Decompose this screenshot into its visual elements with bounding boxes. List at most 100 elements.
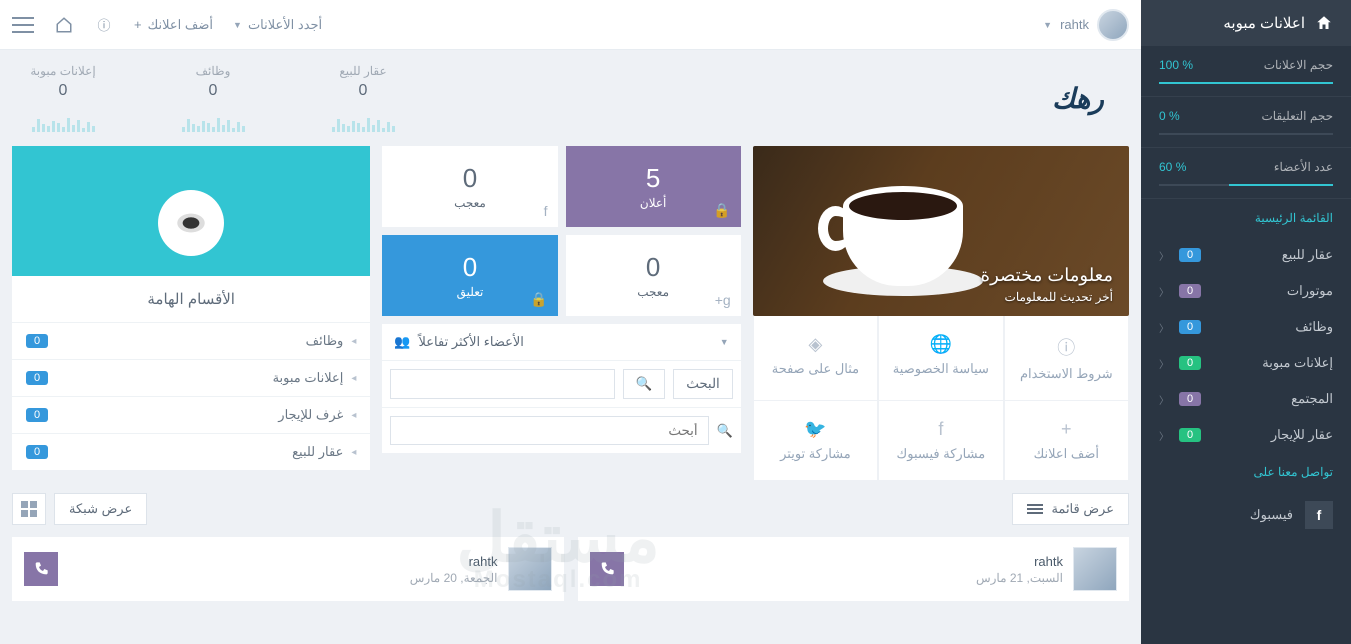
user-menu[interactable]: rahtk ▼ [1043, 9, 1129, 41]
badge: 0 [1179, 284, 1201, 298]
view-grid-icon-button[interactable] [12, 493, 46, 525]
category-item[interactable]: ◂غرف للإيجار 0 [12, 396, 370, 433]
category-item[interactable]: ◂إعلانات مبوبة 0 [12, 359, 370, 396]
post-author: rahtk [976, 554, 1063, 569]
topbar-add-ad[interactable]: أضف اعلانك + [134, 17, 213, 33]
stat-tile[interactable]: 5 أعلان 🔒 [566, 146, 741, 227]
sidebar-item[interactable]: موتورات 0〈 [1141, 273, 1351, 309]
sidebar: اعلانات مبوبه حجم الاعلانات% 100 حجم الت… [1141, 0, 1351, 644]
quick-link-icon: ⓘ [1013, 334, 1120, 360]
categories-title: الأقسام الهامة [12, 276, 370, 322]
sidebar-social-facebook[interactable]: f فيسبوك [1141, 491, 1351, 539]
members-panel-title: الأعضاء الأكثر تفاعلاً [419, 334, 524, 350]
info-icon[interactable]: ⓘ [94, 15, 114, 35]
logo: رهك [1033, 68, 1123, 128]
post-date: السبت, 21 مارس [976, 571, 1063, 585]
quick-link[interactable]: f مشاركة فيسبوك [878, 401, 1003, 481]
badge: 0 [26, 371, 48, 385]
quick-link[interactable]: ⓘ شروط الاستخدام [1004, 316, 1129, 401]
facebook-icon: f [1305, 501, 1333, 529]
sidebar-item[interactable]: وظائف 0〈 [1141, 309, 1351, 345]
chevron-left-icon: 〈 [1159, 248, 1169, 263]
badge: 0 [1179, 320, 1201, 334]
quick-link[interactable]: ◈ مثال على صفحة [753, 316, 878, 401]
users-icon: 👥 [394, 334, 410, 350]
sidebar-stat: حجم التعليقات% 0 [1141, 97, 1351, 148]
quick-link[interactable]: + أضف اعلانك [1004, 401, 1129, 481]
stat-tile[interactable]: 0 معجب f [382, 146, 557, 227]
tile-icon: g+ [715, 292, 731, 308]
view-grid-label: عرض شبكة [69, 501, 132, 517]
list-icon [1027, 504, 1043, 514]
hero-title: معلومات مختصرة [981, 265, 1113, 286]
chevron-down-icon: ▼ [233, 20, 242, 30]
hero-subtitle: أخر تحديث للمعلومات [981, 290, 1113, 304]
stat-tile[interactable]: 0 معجب g+ [566, 235, 741, 316]
categories-panel: الأقسام الهامة ◂وظائف 0 ◂إعلانات مبوبة 0… [12, 146, 370, 470]
search-button[interactable]: البحث [673, 369, 732, 399]
quick-links-grid: ⓘ شروط الاستخدام 🌐 سياسة الخصوصية ◈ مثال… [753, 316, 1129, 481]
avatar [1097, 9, 1129, 41]
topbar-latest-ads[interactable]: أجدد الأعلانات ▼ [233, 17, 322, 33]
badge: 0 [26, 334, 48, 348]
sparkline [318, 106, 408, 132]
quick-link[interactable]: 🌐 سياسة الخصوصية [878, 316, 1003, 401]
search-icon: 🔍 [717, 423, 733, 439]
stat-tile[interactable]: 0 تعليق 🔒 [382, 235, 557, 316]
post-author: rahtk [410, 554, 498, 569]
post-card[interactable]: rahtk السبت, 21 مارس [578, 537, 1130, 601]
call-button[interactable] [24, 552, 58, 586]
filter-input[interactable] [390, 416, 708, 445]
quick-link[interactable]: 🐦 مشاركة تويتر [753, 401, 878, 481]
sidebar-item[interactable]: إعلانات مبوبة 0〈 [1141, 345, 1351, 381]
sidebar-item[interactable]: المجتمع 0〈 [1141, 381, 1351, 417]
view-list-button[interactable]: عرض قائمة [1012, 493, 1129, 525]
category-item[interactable]: ◂عقار للبيع 0 [12, 433, 370, 470]
chevron-left-icon: ◂ [351, 336, 356, 347]
topbar-add-label: أضف اعلانك [148, 17, 213, 33]
sidebar-item[interactable]: عقار للإيجار 0〈 [1141, 417, 1351, 453]
post-date: الجمعة, 20 مارس [410, 571, 498, 585]
quick-link-icon: 🐦 [762, 419, 869, 440]
menu-toggle[interactable] [12, 17, 34, 33]
chevron-left-icon: 〈 [1159, 284, 1169, 299]
quick-link-icon: f [887, 419, 994, 440]
badge: 0 [1179, 392, 1201, 406]
top-stat: عقار للبيع 0 [318, 64, 408, 132]
search-icon-button[interactable]: 🔍 [623, 369, 666, 399]
chevron-left-icon: 〈 [1159, 428, 1169, 443]
sidebar-title: اعلانات مبوبه [1141, 0, 1351, 46]
categories-avatar [158, 190, 224, 256]
badge: 0 [1179, 248, 1201, 262]
tile-icon: 🔒 [530, 291, 547, 308]
badge: 0 [1179, 356, 1201, 370]
search-input[interactable] [390, 369, 614, 399]
view-grid-button[interactable]: عرض شبكة [54, 493, 147, 525]
view-list-label: عرض قائمة [1051, 501, 1114, 517]
quick-link-icon: 🌐 [887, 334, 994, 355]
categories-hero [12, 146, 370, 276]
chevron-down-icon[interactable]: ▼ [720, 337, 729, 347]
tile-icon: 🔒 [713, 202, 730, 219]
coffee-image [813, 166, 993, 296]
home-icon [1315, 14, 1333, 32]
post-thumbnail [1073, 547, 1117, 591]
sparkline [168, 106, 258, 132]
topbar: rahtk ▼ أجدد الأعلانات ▼ أضف اعلانك + ⓘ [0, 0, 1141, 50]
quick-link-icon: + [1013, 419, 1120, 440]
sidebar-social-label: فيسبوك [1250, 507, 1293, 523]
sidebar-item[interactable]: عقار للبيع 0〈 [1141, 237, 1351, 273]
home-icon[interactable] [54, 15, 74, 35]
category-item[interactable]: ◂وظائف 0 [12, 322, 370, 359]
user-name: rahtk [1060, 17, 1089, 32]
chevron-left-icon: ◂ [351, 447, 356, 458]
sparkline [18, 106, 108, 132]
badge: 0 [1179, 428, 1201, 442]
post-card[interactable]: rahtk الجمعة, 20 مارس [12, 537, 564, 601]
call-button[interactable] [590, 552, 624, 586]
sidebar-social-heading: تواصل معنا على [1141, 453, 1351, 491]
phone-icon [33, 561, 49, 577]
grid-icon [21, 501, 37, 517]
stat-tiles: 5 أعلان 🔒 0 معجب f 0 معجب g+ 0 تعليق 🔒 [382, 146, 740, 316]
topbar-latest-label: أجدد الأعلانات [248, 17, 322, 33]
